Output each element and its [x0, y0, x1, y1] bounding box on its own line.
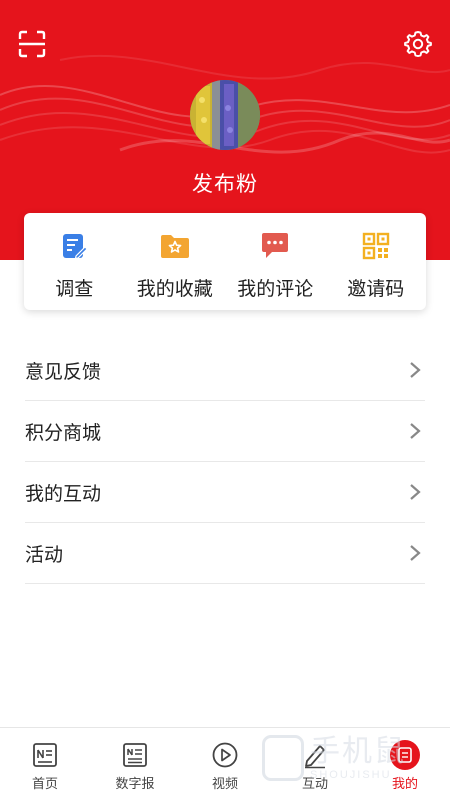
- quick-action-label: 我的评论: [237, 279, 314, 300]
- tab-digital-newspaper[interactable]: 数字报: [90, 728, 180, 800]
- tab-label: 我的: [391, 776, 418, 791]
- menu-item-feedback[interactable]: 意见反馈: [25, 340, 425, 401]
- tab-label: 数字报: [115, 776, 155, 791]
- pen-edit-icon: [300, 740, 330, 770]
- avatar-image: [190, 80, 260, 150]
- quick-action-label: 邀请码: [347, 279, 405, 300]
- tab-video[interactable]: 视频: [180, 728, 270, 800]
- profile-icon: [390, 740, 420, 770]
- gear-icon: [404, 31, 432, 57]
- chevron-right-icon: [405, 482, 425, 502]
- favorites-folder-icon: [159, 230, 191, 262]
- tab-label: 互动: [301, 776, 328, 791]
- quick-action-invite-code[interactable]: 邀请码: [326, 213, 427, 310]
- settings-button[interactable]: [400, 26, 436, 62]
- quick-action-comments[interactable]: 我的评论: [225, 213, 326, 310]
- tab-label: 视频: [211, 776, 238, 791]
- settings-menu-list: 意见反馈 积分商城 我的互动 活动: [25, 340, 425, 584]
- tab-mine[interactable]: 我的: [360, 728, 450, 800]
- qr-code-icon: [360, 230, 392, 262]
- avatar[interactable]: [190, 80, 260, 150]
- username: 发布粉: [192, 173, 258, 196]
- menu-item-label: 意见反馈: [25, 361, 102, 383]
- comment-bubble-icon: [259, 230, 291, 262]
- digital-newspaper-icon: [120, 740, 150, 770]
- scan-icon: [18, 30, 46, 58]
- menu-item-label: 积分商城: [25, 422, 102, 444]
- quick-actions-card: 调查 我的收藏 我的评论 邀请码: [24, 213, 426, 310]
- chevron-right-icon: [405, 421, 425, 441]
- menu-item-label: 我的互动: [25, 483, 102, 505]
- bottom-tab-bar: 首页 数字报 视频 互动 我的: [0, 727, 450, 800]
- quick-action-survey[interactable]: 调查: [24, 213, 125, 310]
- tab-home[interactable]: 首页: [0, 728, 90, 800]
- menu-item-my-interactions[interactable]: 我的互动: [25, 462, 425, 523]
- tab-interaction[interactable]: 互动: [270, 728, 360, 800]
- tab-label: 首页: [31, 776, 58, 791]
- menu-item-label: 活动: [25, 544, 64, 566]
- video-play-icon: [210, 740, 240, 770]
- quick-action-label: 我的收藏: [136, 279, 213, 300]
- chevron-right-icon: [405, 543, 425, 563]
- chevron-right-icon: [405, 360, 425, 380]
- menu-item-points-mall[interactable]: 积分商城: [25, 401, 425, 462]
- menu-item-activities[interactable]: 活动: [25, 523, 425, 584]
- scan-button[interactable]: [14, 26, 50, 62]
- quick-action-favorites[interactable]: 我的收藏: [125, 213, 226, 310]
- quick-action-label: 调查: [55, 279, 94, 300]
- home-news-icon: [30, 740, 60, 770]
- survey-edit-icon: [58, 230, 90, 262]
